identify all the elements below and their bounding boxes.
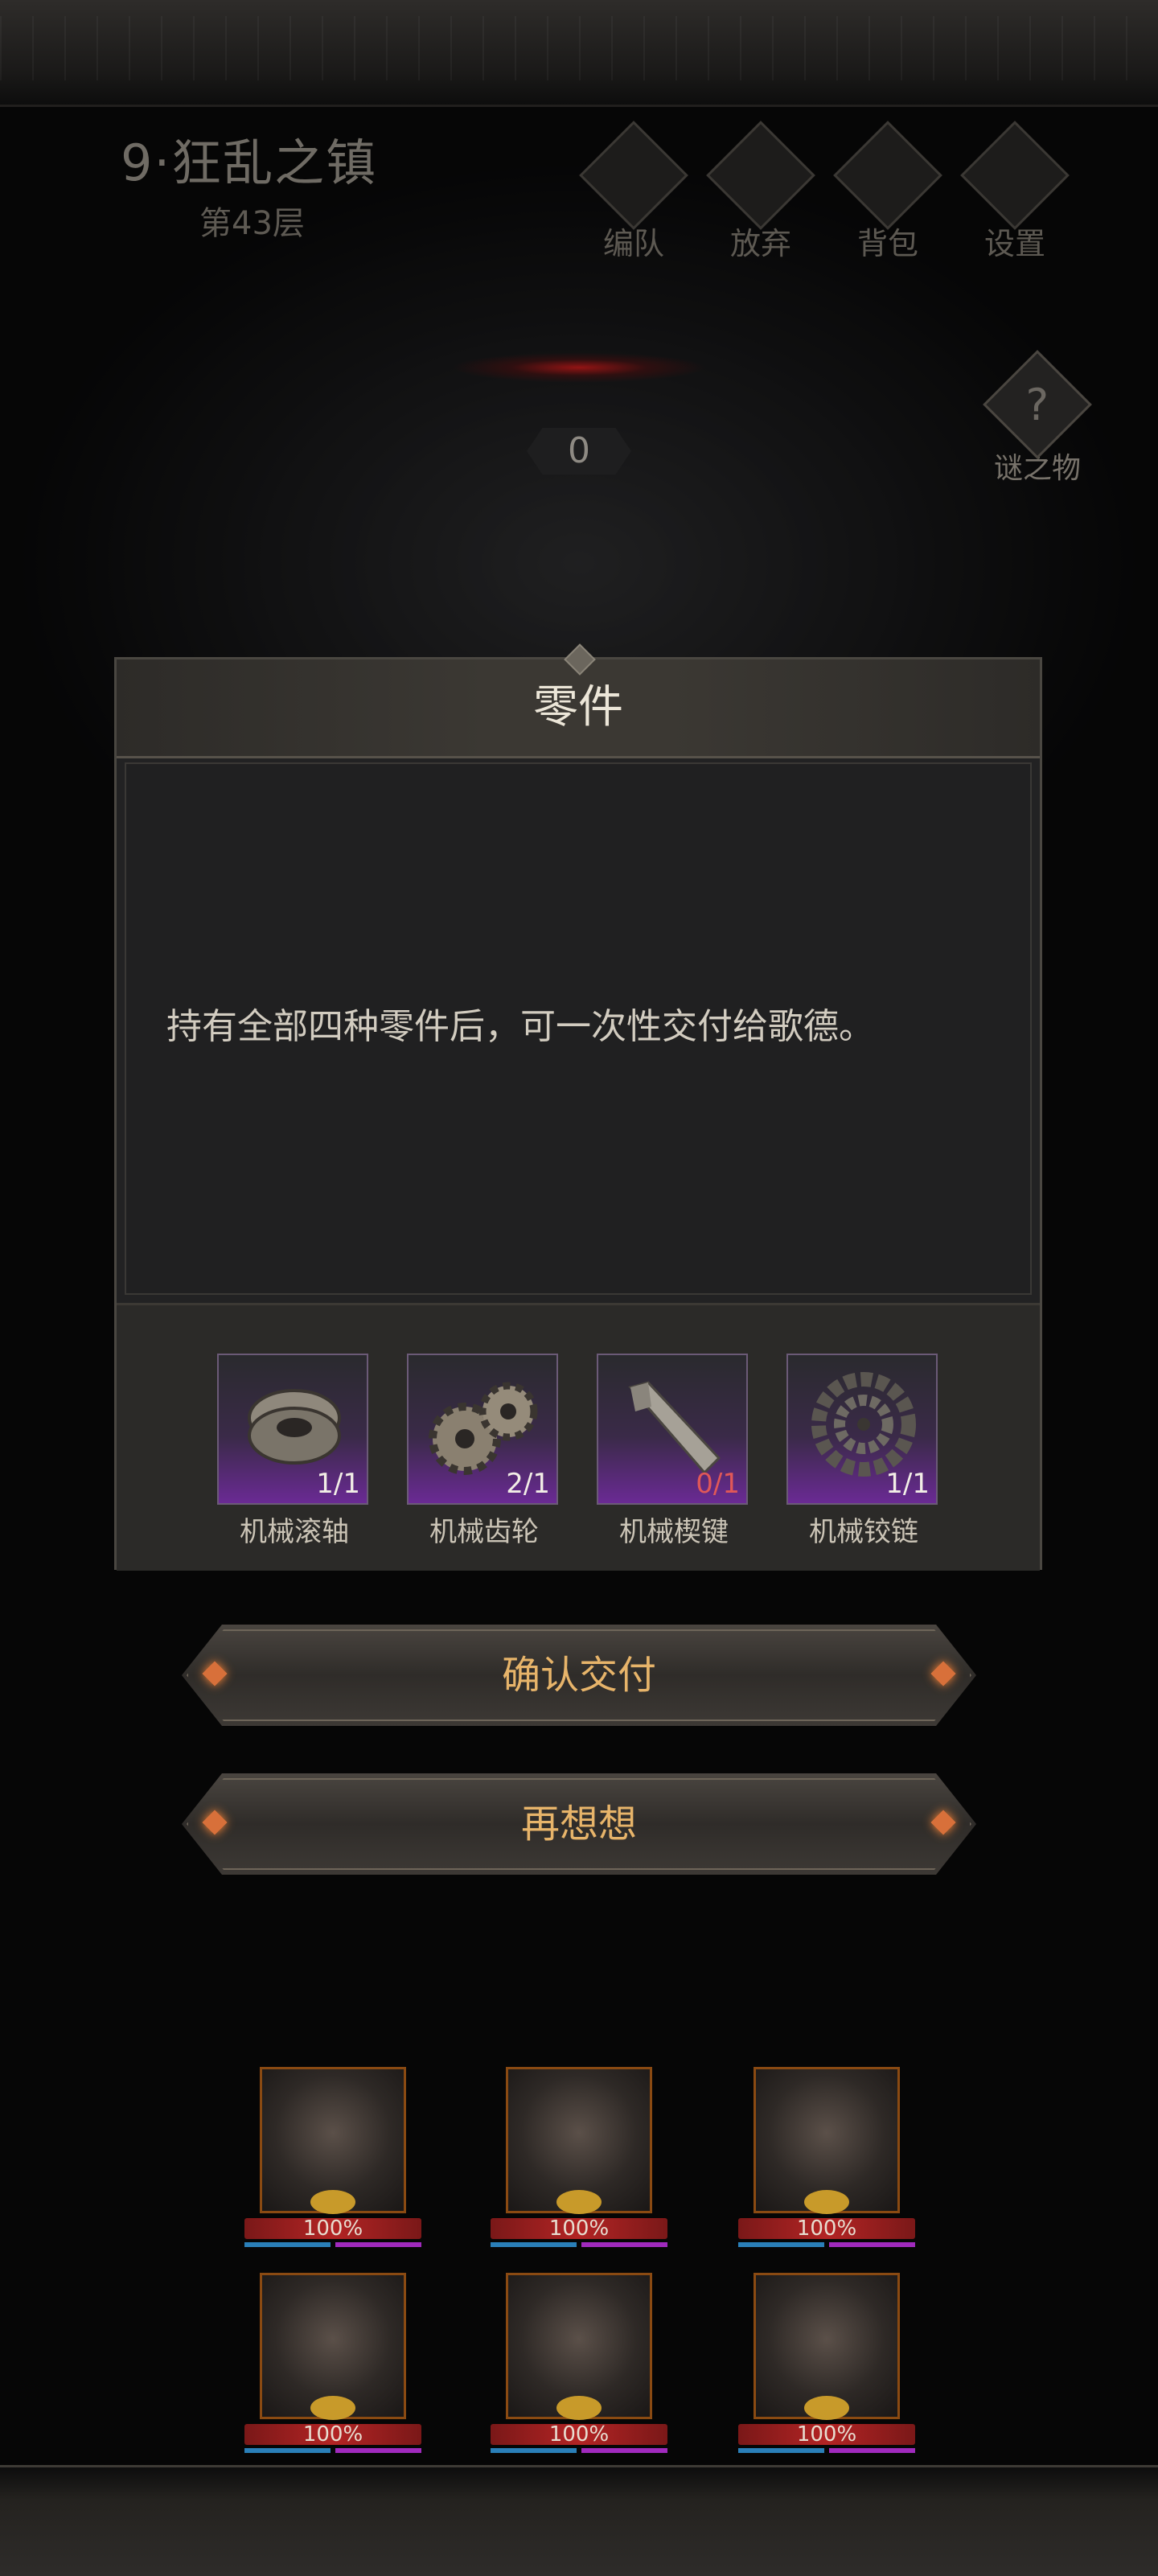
- hp-bar: 100%: [244, 2218, 421, 2239]
- bag-icon: [833, 121, 942, 230]
- counter-badge: 0: [527, 428, 631, 475]
- resource-bars: [491, 2242, 667, 2247]
- hero-portrait: [260, 2273, 406, 2420]
- item-count: 1/1: [885, 1468, 930, 1500]
- party-member-6[interactable]: 100%: [738, 2273, 915, 2453]
- resource-bars: [738, 2242, 915, 2247]
- item-icon-box: 1/1: [217, 1354, 368, 1505]
- party-member-5[interactable]: 100%: [491, 2273, 667, 2453]
- hp-bar: 100%: [491, 2424, 667, 2445]
- resource-bars: [244, 2448, 421, 2453]
- hero-portrait: [260, 2067, 406, 2214]
- floor-label: 第43层: [199, 205, 305, 242]
- hp-bar: 100%: [738, 2424, 915, 2445]
- item-slot-gear[interactable]: 2/1 机械齿轮: [407, 1354, 561, 1549]
- hp-bar: 100%: [738, 2218, 915, 2239]
- item-icon-box: 0/1: [597, 1354, 748, 1505]
- item-slot-wedge-key[interactable]: 0/1 机械楔键: [597, 1354, 751, 1549]
- menu-bag-button[interactable]: 背包: [832, 121, 944, 263]
- hero-portrait: [754, 2273, 900, 2420]
- hero-portrait: [754, 2067, 900, 2214]
- confirm-delivery-button[interactable]: 确认交付: [182, 1625, 976, 1726]
- item-name: 机械齿轮: [429, 1516, 539, 1548]
- dialog-body: 持有全部四种零件后，可一次性交付给歌德。: [125, 762, 1032, 1295]
- diamond-ornament-icon: [202, 1810, 227, 1834]
- hero-portrait: [506, 2273, 652, 2420]
- stage-title: 9·狂乱之镇: [121, 134, 378, 192]
- item-list: 1/1 机械滚轴 2/1 机械齿轮 0/1 机械楔键 1/1 机械铰链: [117, 1303, 1040, 1571]
- item-slot-roller[interactable]: 1/1 机械滚轴: [217, 1354, 372, 1549]
- reconsider-button[interactable]: 再想想: [182, 1773, 976, 1875]
- item-icon-box: 1/1: [786, 1354, 938, 1505]
- resource-bars: [244, 2242, 421, 2247]
- item-count: 0/1: [696, 1468, 740, 1500]
- item-name: 机械铰链: [809, 1516, 918, 1548]
- item-count: 2/1: [506, 1468, 550, 1500]
- diamond-ornament-icon: [930, 1810, 955, 1834]
- menu-abandon-button[interactable]: 放弃: [704, 121, 817, 263]
- hp-bar: 100%: [244, 2424, 421, 2445]
- party-member-4[interactable]: 100%: [244, 2273, 421, 2453]
- question-icon: ?: [983, 350, 1092, 459]
- bottom-frame: [0, 2465, 1158, 2576]
- top-frame: [0, 0, 1158, 107]
- button-label: 再想想: [520, 1802, 637, 1847]
- item-name: 机械滚轴: [240, 1516, 349, 1548]
- menu-settings-button[interactable]: 设置: [959, 121, 1071, 263]
- red-eye-emblem: [410, 347, 748, 388]
- diamond-ornament-icon: [202, 1661, 227, 1686]
- party-member-2[interactable]: 100%: [491, 2067, 667, 2247]
- button-label: 确认交付: [501, 1653, 656, 1698]
- dialog-description: 持有全部四种零件后，可一次性交付给歌德。: [166, 1006, 874, 1047]
- hp-bar: 100%: [491, 2218, 667, 2239]
- resource-bars: [491, 2448, 667, 2453]
- item-name: 机械楔键: [619, 1516, 729, 1548]
- team-icon: [579, 121, 688, 230]
- item-icon-box: 2/1: [407, 1354, 558, 1505]
- gear-icon: [960, 121, 1070, 230]
- diamond-ornament-icon: [930, 1661, 955, 1686]
- hero-portrait: [506, 2067, 652, 2214]
- party-member-3[interactable]: 100%: [738, 2067, 915, 2247]
- resource-bars: [738, 2448, 915, 2453]
- flag-icon: [706, 121, 815, 230]
- party-member-1[interactable]: 100%: [244, 2067, 421, 2247]
- menu-team-button[interactable]: 编队: [577, 121, 690, 263]
- item-slot-hinge[interactable]: 1/1 机械铰链: [786, 1354, 941, 1549]
- item-count: 1/1: [316, 1468, 360, 1500]
- parts-dialog: 零件 持有全部四种零件后，可一次性交付给歌德。 1/1 机械滚轴 2/1 机械齿…: [114, 643, 1042, 1571]
- enigma-button[interactable]: ? 谜之物: [981, 350, 1094, 487]
